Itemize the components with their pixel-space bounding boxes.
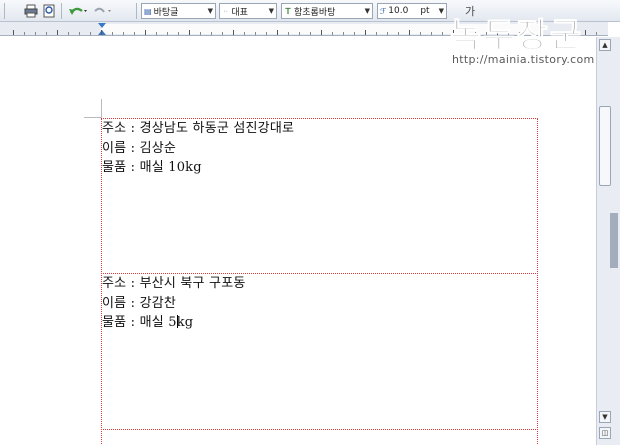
indent-marker-icon[interactable] [98, 23, 106, 35]
ruler-tick [277, 30, 278, 35]
ruler-minor-tick [343, 32, 344, 35]
undo-button[interactable] [68, 3, 90, 19]
ruler-minor-tick [376, 32, 377, 35]
scroll-up-icon: ▲ [602, 41, 608, 49]
label-1-name[interactable]: 이름 : 김상순 [102, 137, 176, 156]
ruler-tick [189, 30, 190, 35]
label-1-item[interactable]: 물품 : 매실 10kg [102, 156, 202, 175]
ruler-minor-tick [354, 32, 355, 35]
ruler-minor-tick [244, 32, 245, 35]
ruler-tick [101, 30, 102, 35]
print-preview-icon [43, 4, 55, 18]
font-size-value: 10.0 [388, 6, 409, 16]
chevron-down-icon: ▼ [268, 7, 274, 15]
ruler-minor-tick [123, 32, 124, 35]
ruler-tick [585, 30, 586, 35]
toolbar-separator [136, 3, 137, 19]
ruler-minor-tick [332, 32, 333, 35]
ruler-minor-tick [255, 32, 256, 35]
watermark-title: 녹두장군 [449, 16, 584, 57]
ruler-minor-tick [387, 32, 388, 35]
side-panel-tab[interactable] [610, 213, 618, 268]
ruler-minor-tick [200, 32, 201, 35]
label-2-address[interactable]: 주소 : 부산시 북구 구포동 [102, 272, 246, 291]
scroll-up-button[interactable]: ▲ [599, 39, 611, 51]
language-combo[interactable]: ᆢ 대표 ▼ [219, 3, 277, 19]
font-size-icon: ℱ [380, 6, 387, 16]
ruler-minor-tick [299, 32, 300, 35]
ruler-minor-tick [310, 32, 311, 35]
ruler-tick [145, 30, 146, 35]
label-2-name[interactable]: 이름 : 강감찬 [102, 292, 176, 311]
font-combo-value: 함초롬바탕 [294, 7, 336, 18]
scroll-down-button[interactable]: ▼ [599, 411, 611, 423]
ruler-tick [57, 30, 58, 35]
ruler-tick [365, 30, 366, 35]
ruler-minor-tick [156, 32, 157, 35]
undo-icon [69, 7, 87, 15]
font-size-combo[interactable]: ℱ 10.0 pt ▼ [377, 3, 447, 19]
chevron-down-icon: ▼ [207, 7, 213, 15]
font-icon: Ｔ [284, 6, 292, 16]
ruler-tick [409, 30, 410, 35]
font-size-unit: pt [420, 6, 430, 16]
ruler-tick [233, 30, 234, 35]
style-icon: ▤ [144, 6, 152, 16]
ruler-minor-tick [398, 32, 399, 35]
chevron-down-icon: ▼ [364, 7, 370, 15]
ruler-minor-tick [46, 32, 47, 35]
ruler-minor-tick [420, 32, 421, 35]
ruler-tick [321, 30, 322, 35]
ruler-tick [13, 30, 14, 35]
ruler-minor-tick [178, 32, 179, 35]
document-area[interactable]: 주소 : 경상남도 하동군 섬진강대로 이름 : 김상순 물품 : 매실 10k… [0, 37, 608, 445]
print-button[interactable] [24, 3, 38, 19]
ruler-minor-tick [90, 32, 91, 35]
toolbar-separator [4, 3, 5, 19]
margin-guide [101, 99, 102, 117]
ruler-minor-tick [68, 32, 69, 35]
scroll-down-icon: ▼ [602, 413, 608, 421]
print-icon [24, 4, 38, 18]
ruler-minor-tick [24, 32, 25, 35]
ruler-minor-tick [211, 32, 212, 35]
language-icon: ᆢ [222, 6, 230, 16]
label-2-item[interactable]: 물품 : 매실 5kg [102, 311, 193, 330]
style-combo[interactable]: ▤ 바탕글 ▼ [141, 3, 216, 19]
ruler-minor-tick [134, 32, 135, 35]
word-processor-window: ▤ 바탕글 ▼ ᆢ 대표 ▼ Ｔ 함초롬바탕 ▼ ℱ 10.0 pt ▼ 가 주… [0, 0, 620, 445]
ruler-minor-tick [431, 32, 432, 35]
font-combo[interactable]: Ｔ 함초롬바탕 ▼ [281, 3, 373, 19]
print-preview-button[interactable] [42, 3, 56, 19]
ruler-minor-tick [596, 32, 597, 35]
label-1-address[interactable]: 주소 : 경상남도 하동군 섬진강대로 [102, 117, 294, 136]
label-border [101, 429, 538, 430]
page-nav-icon: ◫ [601, 429, 609, 437]
ruler-minor-tick [442, 32, 443, 35]
language-combo-value: 대표 [231, 7, 248, 18]
toolbar-separator [61, 3, 62, 19]
style-combo-value: 바탕글 [153, 7, 179, 18]
scrollbar-thumb[interactable] [599, 106, 611, 186]
label-2-item-text: 물품 : 매실 5 [102, 315, 177, 330]
ruler-minor-tick [222, 32, 223, 35]
ruler-minor-tick [167, 32, 168, 35]
margin-guide [84, 117, 102, 118]
page-nav-button[interactable]: ◫ [599, 427, 611, 439]
ruler-minor-tick [35, 32, 36, 35]
ruler-minor-tick [79, 32, 80, 35]
redo-button[interactable] [92, 3, 114, 19]
redo-icon [94, 7, 111, 13]
watermark-url: http://mainia.tistory.com [452, 53, 595, 66]
label-2-item-unit: kg [176, 315, 194, 330]
ruler-minor-tick [112, 32, 113, 35]
ruler-minor-tick [288, 32, 289, 35]
chevron-down-icon: ▼ [438, 7, 444, 15]
ruler-minor-tick [266, 32, 267, 35]
